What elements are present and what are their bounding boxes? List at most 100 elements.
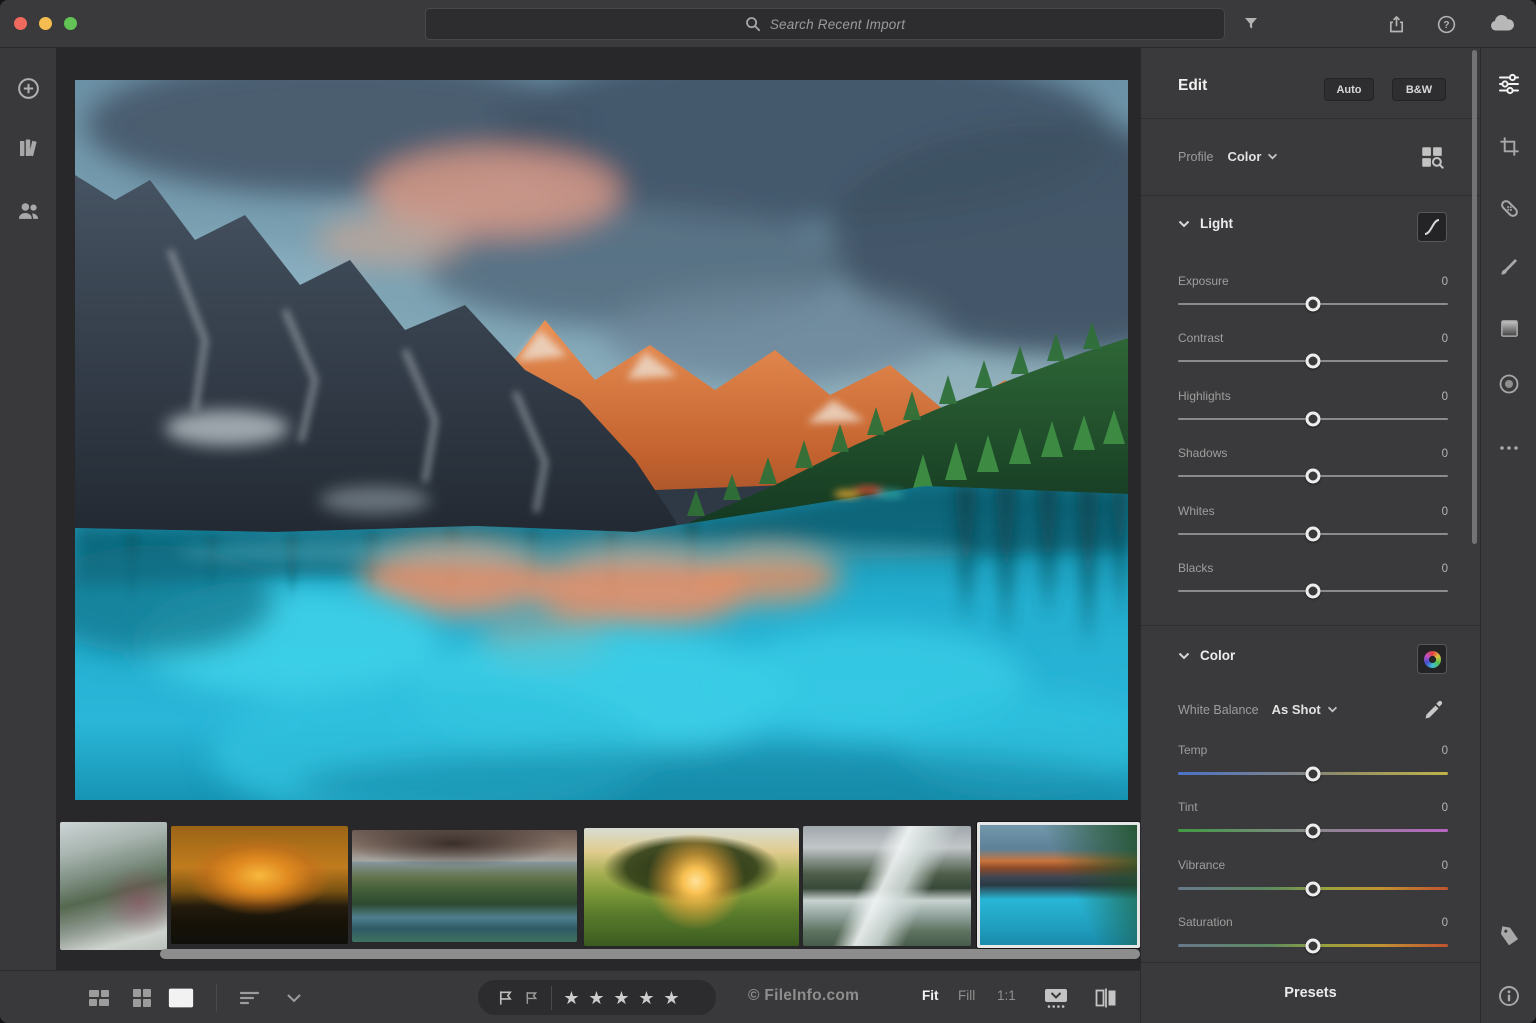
blacks-slider-row: Blacks0 bbox=[1178, 561, 1448, 592]
close-window-button[interactable] bbox=[14, 17, 27, 30]
light-section-header[interactable]: Light bbox=[1178, 216, 1233, 231]
slider-knob[interactable] bbox=[1306, 766, 1321, 781]
rating-star-1[interactable]: ★ bbox=[559, 989, 584, 1007]
edit-panel-scrollbar[interactable] bbox=[1472, 50, 1477, 544]
slider-value: 0 bbox=[1442, 506, 1448, 518]
filmstrip-scrollbar[interactable] bbox=[160, 949, 1140, 959]
healing-brush-tool-icon[interactable] bbox=[1495, 194, 1523, 222]
slider-knob[interactable] bbox=[1306, 527, 1321, 542]
more-tools-icon[interactable] bbox=[1495, 434, 1523, 462]
bottom-toolbar: ★ ★ ★ ★ ★ © FileInfo.com Fit Fill 1:1 bbox=[0, 970, 1140, 1023]
bw-button[interactable]: B&W bbox=[1392, 78, 1446, 101]
slider-label: Whites bbox=[1178, 504, 1215, 518]
filmstrip-thumbnail-rocky-falls[interactable] bbox=[803, 826, 971, 946]
temp-slider[interactable] bbox=[1178, 772, 1448, 775]
toolbar-divider bbox=[216, 984, 217, 1012]
slider-knob[interactable] bbox=[1306, 469, 1321, 484]
tone-curve-icon[interactable] bbox=[1417, 212, 1447, 242]
moraine-lake-photo bbox=[75, 80, 1128, 800]
filmstrip-thumbnail-snowy-trail[interactable] bbox=[60, 822, 167, 950]
shadows-slider[interactable] bbox=[1178, 475, 1448, 477]
color-mixer-icon[interactable] bbox=[1417, 644, 1447, 674]
presets-button[interactable]: Presets bbox=[1141, 962, 1480, 1023]
chevron-down-icon[interactable] bbox=[280, 984, 308, 1012]
pick-flag-icon[interactable] bbox=[492, 989, 518, 1007]
chevron-down-icon bbox=[1267, 153, 1278, 160]
filmstrip-thumbnail-valley-storm[interactable] bbox=[352, 830, 577, 942]
sort-icon[interactable] bbox=[236, 984, 264, 1012]
slider-label: Saturation bbox=[1178, 915, 1233, 929]
edit-panel: Edit Auto B&W Profile Color Light Exposu… bbox=[1140, 48, 1480, 1023]
white-balance-label: White Balance bbox=[1178, 703, 1259, 717]
radial-gradient-tool-icon[interactable] bbox=[1495, 370, 1523, 398]
rating-star-3[interactable]: ★ bbox=[609, 989, 634, 1007]
slider-knob[interactable] bbox=[1306, 412, 1321, 427]
before-after-compare-icon[interactable] bbox=[1092, 984, 1120, 1012]
white-balance-dropdown[interactable]: As Shot bbox=[1272, 702, 1338, 717]
exposure-slider[interactable] bbox=[1178, 303, 1448, 305]
slider-knob[interactable] bbox=[1306, 881, 1321, 896]
profile-browser-icon[interactable] bbox=[1419, 144, 1445, 175]
rating-star-5[interactable]: ★ bbox=[659, 989, 684, 1007]
filmstrip-thumbnail-sunburst-tree[interactable] bbox=[584, 828, 799, 946]
slider-knob[interactable] bbox=[1306, 584, 1321, 599]
share-icon[interactable] bbox=[1382, 10, 1410, 38]
slider-label: Vibrance bbox=[1178, 858, 1225, 872]
slider-value: 0 bbox=[1442, 745, 1448, 757]
slider-value: 0 bbox=[1442, 917, 1448, 929]
minimize-window-button[interactable] bbox=[39, 17, 52, 30]
auto-button[interactable]: Auto bbox=[1324, 78, 1374, 101]
flag-rating-pill: ★ ★ ★ ★ ★ bbox=[478, 980, 716, 1015]
photo-canvas[interactable] bbox=[75, 80, 1128, 800]
filmstrip-thumbnail-golden-sunset[interactable] bbox=[171, 826, 348, 944]
zoom-fill-button[interactable]: Fill bbox=[958, 988, 975, 1003]
color-section-header[interactable]: Color bbox=[1178, 648, 1235, 663]
zoom-fit-button[interactable]: Fit bbox=[922, 988, 939, 1003]
pill-divider bbox=[551, 986, 552, 1010]
edit-tool-icon-active[interactable] bbox=[1495, 70, 1523, 98]
tint-slider[interactable] bbox=[1178, 829, 1448, 832]
slider-value: 0 bbox=[1442, 860, 1448, 872]
slider-knob[interactable] bbox=[1306, 354, 1321, 369]
slider-knob[interactable] bbox=[1306, 938, 1321, 953]
slider-label: Tint bbox=[1178, 800, 1198, 814]
rating-star-2[interactable]: ★ bbox=[584, 989, 609, 1007]
reject-flag-icon[interactable] bbox=[518, 990, 544, 1006]
titlebar: Search Recent Import ? bbox=[0, 0, 1536, 48]
saturation-slider[interactable] bbox=[1178, 944, 1448, 947]
slider-knob[interactable] bbox=[1306, 823, 1321, 838]
photo-grid-view-icon[interactable] bbox=[85, 984, 113, 1012]
tint-slider-row: Tint0 bbox=[1178, 800, 1448, 832]
brush-tool-icon[interactable] bbox=[1495, 252, 1523, 280]
rating-star-4[interactable]: ★ bbox=[634, 989, 659, 1007]
white-balance-eyedropper-icon[interactable] bbox=[1422, 698, 1446, 727]
crop-tool-icon[interactable] bbox=[1495, 132, 1523, 160]
chevron-down-icon bbox=[1178, 652, 1190, 660]
cloud-sync-icon[interactable] bbox=[1488, 10, 1516, 38]
help-icon[interactable]: ? bbox=[1432, 10, 1460, 38]
slider-label: Blacks bbox=[1178, 561, 1213, 575]
info-icon[interactable] bbox=[1495, 982, 1523, 1010]
albums-icon[interactable] bbox=[14, 134, 42, 162]
zoom-window-button[interactable] bbox=[64, 17, 77, 30]
people-icon[interactable] bbox=[14, 196, 42, 224]
highlights-slider[interactable] bbox=[1178, 418, 1448, 420]
svg-text:?: ? bbox=[1443, 20, 1449, 31]
zoom-1to1-button[interactable]: 1:1 bbox=[997, 988, 1016, 1003]
search-input[interactable]: Search Recent Import bbox=[425, 8, 1225, 40]
filmstrip-thumbnail-moraine-lake-selected[interactable] bbox=[977, 822, 1140, 948]
blacks-slider[interactable] bbox=[1178, 590, 1448, 592]
whites-slider[interactable] bbox=[1178, 533, 1448, 535]
slider-knob[interactable] bbox=[1306, 297, 1321, 312]
vibrance-slider[interactable] bbox=[1178, 887, 1448, 890]
main-canvas-area bbox=[56, 48, 1140, 970]
square-grid-view-icon[interactable] bbox=[128, 984, 156, 1012]
contrast-slider[interactable] bbox=[1178, 360, 1448, 362]
filmstrip-toggle-icon[interactable] bbox=[1042, 984, 1070, 1012]
filter-funnel-icon[interactable] bbox=[1237, 10, 1265, 38]
detail-view-icon-active[interactable] bbox=[167, 984, 195, 1012]
add-photos-icon[interactable] bbox=[14, 74, 42, 102]
keywords-tag-icon[interactable] bbox=[1495, 922, 1523, 950]
profile-value-dropdown[interactable]: Color bbox=[1227, 149, 1278, 164]
linear-gradient-tool-icon[interactable] bbox=[1495, 314, 1523, 342]
